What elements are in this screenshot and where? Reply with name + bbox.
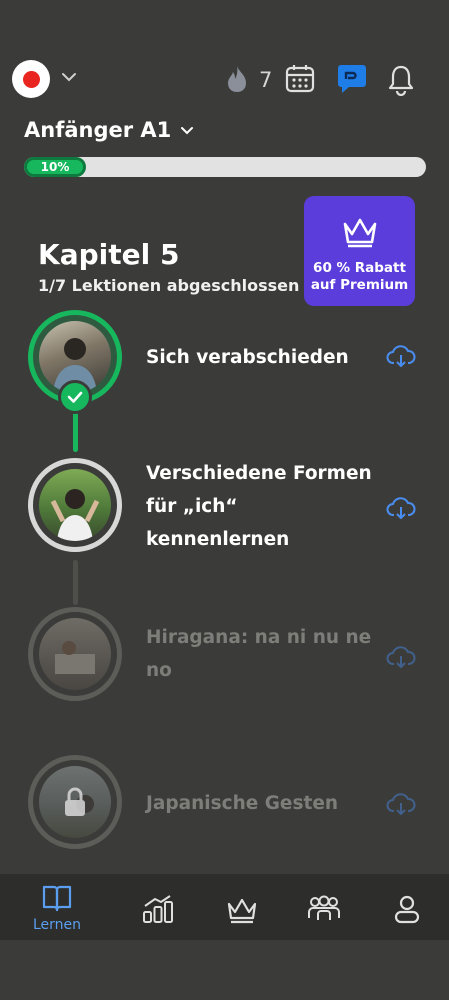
download-cloud-icon[interactable]: [386, 645, 416, 669]
lesson-title-line: kennenlernen: [146, 529, 290, 550]
lesson-title-line: no: [146, 660, 172, 681]
lesson-avatar: [28, 458, 122, 552]
level-label: Anfänger A1: [24, 118, 172, 142]
promo-line-1: 60 % Rabatt: [313, 260, 406, 276]
messages-icon[interactable]: [337, 62, 367, 94]
nav-profile-tab[interactable]: [392, 894, 422, 928]
download-cloud-icon[interactable]: [386, 344, 416, 368]
download-cloud-icon[interactable]: [386, 792, 416, 816]
progress-fill: 10%: [24, 157, 86, 177]
community-icon: [308, 895, 340, 920]
chevron-down-icon: [181, 127, 194, 135]
book-icon: [42, 885, 72, 912]
nav-learn-tab[interactable]: Lernen: [26, 884, 88, 933]
premium-discount-button[interactable]: 60 % Rabatt auf Premium: [304, 196, 415, 306]
level-selector[interactable]: Anfänger A1: [24, 118, 195, 142]
lesson-item[interactable]: Hiragana: na ni nu ne no: [0, 605, 449, 705]
path-connector: [73, 560, 78, 605]
japan-flag-icon: [22, 70, 40, 88]
nav-progress-tab[interactable]: [141, 894, 175, 928]
path-connector: [73, 412, 78, 452]
nav-premium-tab[interactable]: [225, 896, 259, 928]
crown-icon: [227, 898, 257, 924]
system-area: [0, 940, 449, 1000]
lesson-title-line: für „ich“: [146, 496, 238, 517]
top-bar: 7: [0, 52, 449, 108]
language-flag-button[interactable]: [12, 60, 50, 98]
lesson-item[interactable]: Verschiedene Formen für „ich“ kennenlern…: [0, 455, 449, 560]
calendar-icon[interactable]: [285, 64, 315, 94]
promo-line-2: auf Premium: [310, 277, 409, 293]
lesson-avatar: [28, 607, 122, 701]
bottom-navigation: Lernen: [0, 874, 449, 940]
completed-check-icon: [58, 380, 92, 414]
chapter-progress-text: 1/7 Lektionen abgeschlossen: [38, 276, 300, 295]
lesson-item[interactable]: Japanische Gesten: [0, 752, 449, 852]
course-progress-bar: 10%: [24, 157, 426, 177]
profile-icon: [394, 895, 420, 924]
lesson-title: Sich verabschieden: [146, 347, 349, 368]
lesson-item[interactable]: Sich verabschieden: [0, 310, 449, 414]
lesson-title-line: Hiragana: na ni nu ne: [146, 627, 372, 648]
lesson-avatar: [28, 755, 122, 849]
download-cloud-icon[interactable]: [386, 496, 416, 520]
lesson-title: Hiragana: na ni nu ne no: [146, 621, 371, 687]
lesson-title: Verschiedene Formen für „ich“ kennenlern…: [146, 457, 372, 556]
nav-learn-label: Lernen: [32, 917, 82, 933]
chevron-down-icon[interactable]: [60, 68, 78, 86]
lesson-title: Japanische Gesten: [146, 793, 339, 814]
chapter-title: Kapitel 5: [38, 238, 180, 271]
bar-chart-icon: [143, 895, 173, 923]
streak-flame-icon[interactable]: [224, 64, 250, 94]
crown-icon: [343, 218, 376, 248]
lesson-title-line: Verschiedene Formen: [146, 463, 372, 484]
notifications-bell-icon[interactable]: [387, 64, 415, 96]
nav-community-tab[interactable]: [307, 894, 341, 928]
streak-count: 7: [259, 68, 273, 92]
